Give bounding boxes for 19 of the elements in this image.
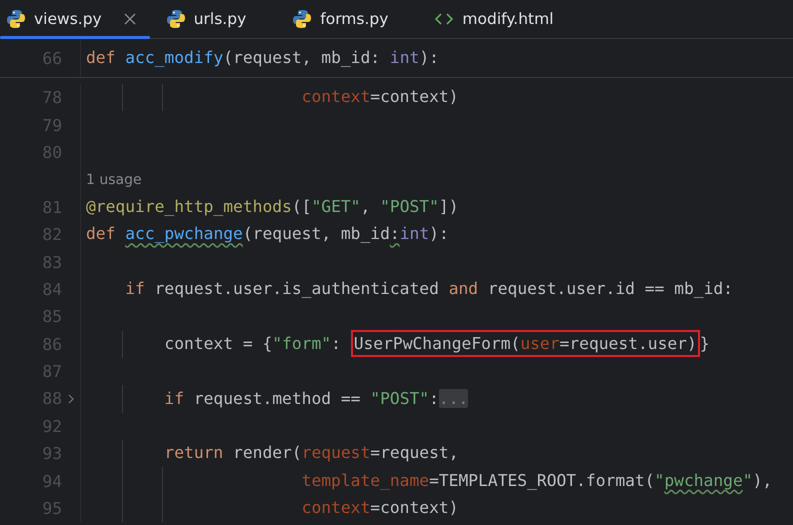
code-line: context=context) <box>300 86 458 108</box>
close-icon[interactable] <box>124 13 136 25</box>
file-tab[interactable]: views.py <box>0 0 150 38</box>
code-line: def acc_pwchange(request, mb_id:int): <box>86 223 449 246</box>
code-line: if request.user.is_authenticated and request.user.id == mb_id: <box>124 278 733 300</box>
code-line: @require_http_methods(["GET", "POST"]) <box>86 196 459 218</box>
usage-hint[interactable]: 1 usage <box>86 172 142 188</box>
python-file-icon <box>6 9 26 29</box>
chevron-right-icon[interactable] <box>66 394 76 404</box>
file-tab[interactable]: urls.py <box>160 0 260 38</box>
code-line: context=context) <box>300 497 458 520</box>
code-line: def acc_modify(request, mb_id: int): <box>86 46 439 69</box>
python-file-icon <box>166 9 186 29</box>
code-line: return render(request=request, <box>163 442 459 464</box>
file-tab[interactable]: forms.py <box>286 0 402 38</box>
code-line: if request.method == "POST":... <box>163 388 468 410</box>
python-file-icon <box>292 9 312 29</box>
file-tab[interactable]: modify.html <box>428 0 568 38</box>
code-line: template_name=TEMPLATES_ROOT.format("pwchange"), <box>300 470 772 492</box>
